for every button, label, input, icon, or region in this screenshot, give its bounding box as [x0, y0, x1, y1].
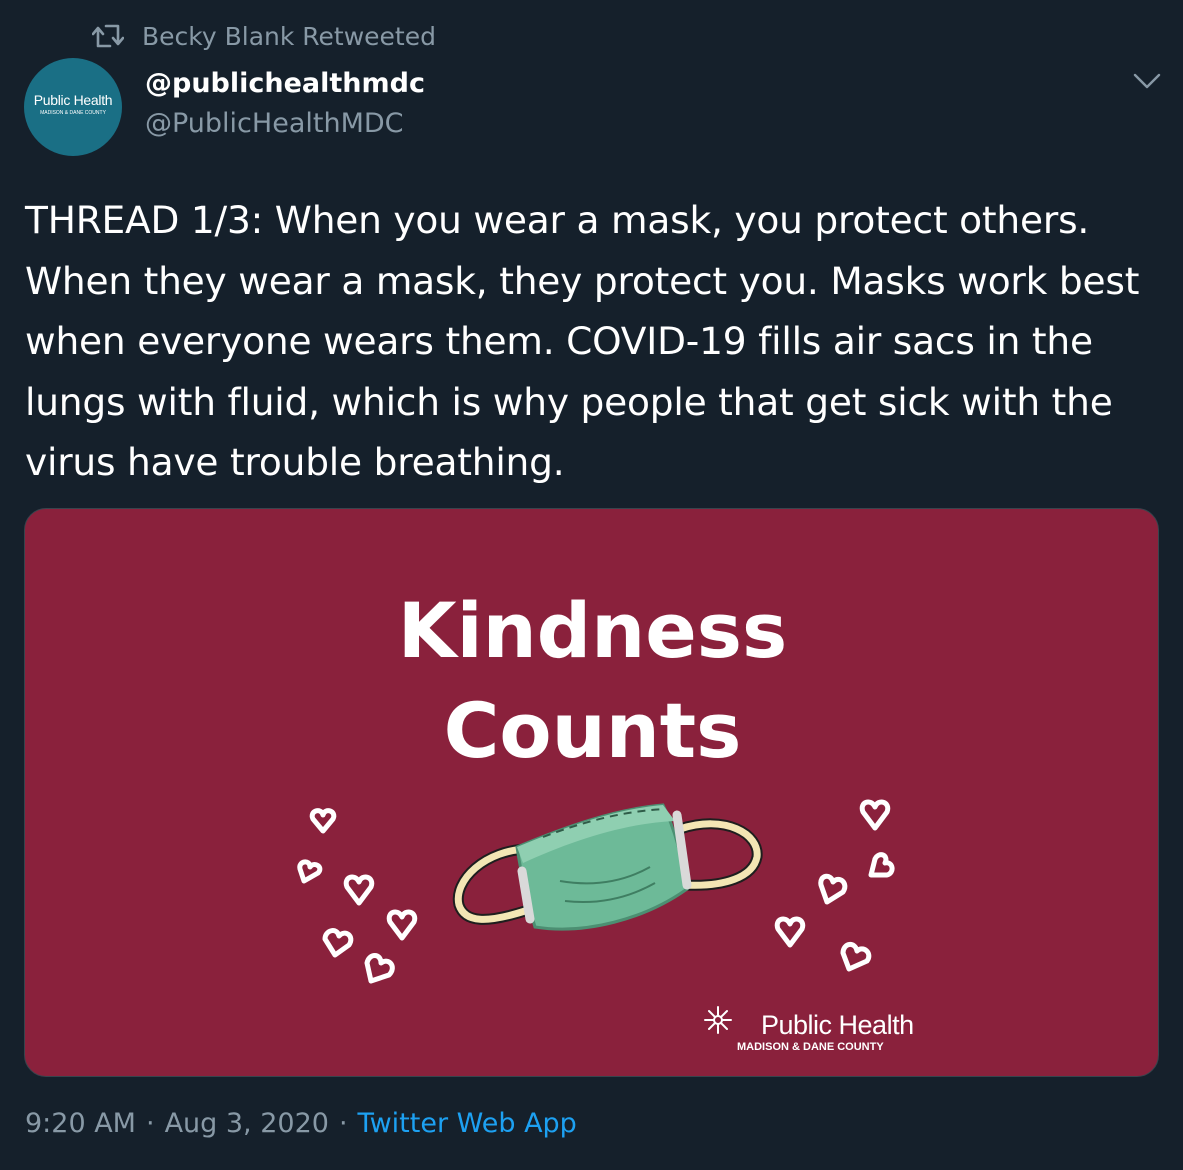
public-health-logo-icon — [704, 1006, 732, 1034]
mask-illustration — [297, 799, 895, 984]
heart-icon — [297, 859, 323, 884]
public-health-logo-subtext: MADISON & DANE COUNTY — [737, 1041, 884, 1053]
display-name[interactable]: @publichealthmdc — [145, 68, 425, 99]
avatar-text: Public Health — [33, 92, 113, 108]
separator-dot: · — [145, 1108, 155, 1139]
heart-icon — [859, 799, 891, 831]
heart-icon — [309, 808, 337, 834]
retweet-icon — [92, 24, 124, 48]
heart-icon — [840, 942, 872, 972]
tweet-text: THREAD 1/3: When you wear a mask, you pr… — [25, 198, 1140, 484]
tweet-time[interactable]: 9:20 AM — [25, 1108, 136, 1139]
heart-icon — [386, 909, 418, 941]
heart-icon — [343, 874, 375, 906]
heart-icon — [774, 916, 806, 948]
avatar-subtext: MADISON & DANE COUNTY — [40, 110, 106, 116]
public-health-logo-text: Public Health — [761, 1010, 914, 1040]
source-app-link[interactable]: Twitter Web App — [358, 1108, 577, 1139]
tweet-date[interactable]: Aug 3, 2020 — [165, 1108, 329, 1139]
heart-icon — [868, 852, 895, 878]
avatar[interactable]: Public Health MADISON & DANE COUNTY — [24, 58, 122, 156]
tweet-card: Becky Blank Retweeted Public Health MADI… — [0, 0, 1183, 1170]
tweet-media-image[interactable]: Kindness Counts Public Health MADISON & … — [24, 508, 1159, 1077]
tweet-meta: 9:20 AM · Aug 3, 2020 · Twitter Web App — [25, 1108, 577, 1139]
user-handle[interactable]: @PublicHealthMDC — [145, 108, 404, 139]
separator-dot: · — [338, 1108, 348, 1139]
heart-icon — [818, 873, 848, 905]
retweeted-by-label: Becky Blank Retweeted — [142, 21, 436, 51]
heart-icon — [322, 928, 354, 958]
retweet-indicator[interactable]: Becky Blank Retweeted — [92, 18, 436, 54]
heart-icon — [364, 953, 395, 984]
chevron-down-icon[interactable] — [1130, 66, 1164, 96]
